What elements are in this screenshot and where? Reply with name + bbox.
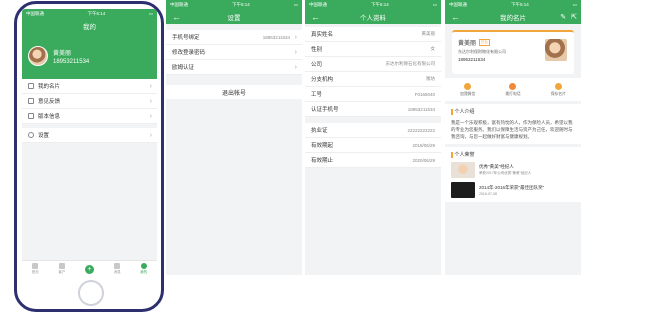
honor-image: [451, 162, 475, 178]
status-bar: 中国联通 下午5:14 ▭: [449, 2, 577, 7]
screen-settings: 中国联通 下午5:14 ▭ ← 设置 手机号绑定 18953211534 › 修改登录…: [166, 0, 302, 275]
honor-item[interactable]: 优秀"黄美"经纪人 荣获2017年公司优秀"黄美"经纪人: [451, 162, 575, 178]
logout-button[interactable]: 退出帐号: [166, 85, 302, 99]
chevron-right-icon: ›: [149, 82, 152, 90]
honor-section: 个人荣誉 优秀"黄美"经纪人 荣获2017年公司优秀"黄美"经纪人 2014年-2…: [445, 147, 581, 202]
chevron-right-icon: ›: [149, 131, 152, 139]
feedback-icon: [28, 98, 34, 104]
gear-icon: [28, 132, 34, 138]
battery-icon: ▭: [148, 11, 153, 16]
profile-row: 工号 F0166040: [305, 87, 441, 102]
status-bar: 中国联通 下午5:14 ▭: [309, 2, 437, 7]
page-title: 设置: [227, 15, 241, 22]
status-bar: 中国联通 下午5:14 ▭: [170, 2, 298, 7]
menu-item-card[interactable]: 我的名片 ›: [22, 79, 157, 94]
tab-home[interactable]: 首页: [32, 263, 39, 275]
business-card: 黄美丽 已认 东达尔利保财物化有限公司 18953211534: [452, 30, 574, 74]
card-name: 黄美丽: [458, 41, 477, 47]
avatar: [544, 38, 568, 62]
home-button[interactable]: [78, 280, 104, 306]
honor-item[interactable]: 2014年-2016年荣获"最佳团队奖" 2016-07-08: [451, 182, 575, 198]
share-icon[interactable]: ⇱: [571, 13, 577, 21]
edit-icon[interactable]: ✎: [560, 13, 566, 21]
carrier: 中国联通: [26, 11, 44, 16]
profile-block[interactable]: 黄美丽 18953211534: [22, 33, 157, 79]
home-icon: [32, 263, 39, 269]
profile-row: 有效期止 2020/06/29: [305, 153, 441, 168]
battery-icon: ▭: [572, 2, 577, 7]
auth-row[interactable]: 欧姆认证 ›: [166, 60, 302, 75]
card-actions: 加我微信 拨打电话 保存名片: [445, 78, 581, 101]
tab-mine[interactable]: 我的: [140, 263, 147, 275]
profile-row: 有效期起 2018/06/29: [305, 138, 441, 153]
profile-row: 分支机构 潍坊: [305, 72, 441, 87]
page-title: 个人资料: [360, 15, 386, 22]
user-name: 黄美丽: [53, 50, 72, 57]
profile-row: 执业证 22222222222: [305, 123, 441, 138]
back-arrow-icon[interactable]: ←: [172, 12, 181, 22]
profile-row: 性别女: [305, 42, 441, 57]
add-wechat-button[interactable]: 加我微信: [460, 83, 475, 97]
phone-frame: 中国联通 下午5:14 ▭ 我的 黄美丽 18953211534 我的名片 › 意…: [14, 1, 164, 312]
plus-icon: +: [84, 264, 94, 274]
phone-icon: [509, 83, 517, 90]
tab-bar: 首页 客户 + 消息 我的: [22, 260, 157, 277]
tab-clients[interactable]: 客户: [58, 263, 65, 275]
header: 中国联通 下午5:14 ▭ 我的 黄美丽 18953211534: [22, 9, 157, 79]
save-card-button[interactable]: 保存名片: [551, 83, 566, 97]
change-password-row[interactable]: 修改登录密码 ›: [166, 45, 302, 60]
profile-row: 认证手机号 18953211534: [305, 102, 441, 117]
page-title: 我的名片: [500, 15, 526, 22]
chevron-right-icon: ›: [149, 112, 152, 120]
back-arrow-icon[interactable]: ←: [311, 12, 320, 22]
chevron-right-icon: ›: [149, 97, 152, 105]
intro-text: 我是一个乐观积极，富有热忱的人，作为保险人员，希望以我的专业为您服务。我们以保障…: [451, 120, 573, 139]
chevron-right-icon: ›: [294, 63, 297, 71]
tab-add[interactable]: +: [84, 264, 94, 274]
screen-profile: 中国联通 下午5:14 ▭ ← 个人资料 真实姓名 黄美丽 性别女 公司 东达尔利保石…: [305, 0, 441, 275]
back-arrow-icon[interactable]: ←: [451, 12, 460, 22]
card-icon: [28, 83, 34, 89]
page-title: 我的: [83, 24, 96, 31]
time: 下午5:14: [87, 11, 106, 16]
chevron-right-icon: ›: [294, 33, 297, 41]
info-icon: [28, 113, 34, 119]
avatar: [28, 46, 48, 66]
menu-item-settings[interactable]: 设置 ›: [22, 128, 157, 143]
screen-mine: 中国联通 下午5:14 ▭ 我的 黄美丽 18953211534 我的名片 › 意…: [22, 9, 157, 277]
menu-item-feedback[interactable]: 意见反馈 ›: [22, 94, 157, 109]
profile-row: 真实姓名 黄美丽: [305, 27, 441, 42]
wechat-icon: [464, 83, 472, 90]
profile-row: 公司 东达尔利保石化有限公司: [305, 57, 441, 72]
download-icon: [554, 83, 562, 90]
battery-icon: ▭: [432, 2, 437, 7]
menu-item-version[interactable]: 版本信息 ›: [22, 109, 157, 124]
grid-icon: [114, 263, 121, 269]
battery-icon: ▭: [293, 2, 298, 7]
honor-image: [451, 182, 475, 198]
tab-messages[interactable]: 消息: [114, 263, 121, 275]
status-bar: 中国联通 下午5:14 ▭: [22, 9, 157, 19]
intro-section: 个人介绍 我是一个乐观积极，富有热忱的人，作为保险人员，希望以我的专业为您服务。…: [445, 104, 581, 144]
screen-card: 中国联通 下午5:14 ▭ ← 我的名片 ✎ ⇱ 黄美丽 已认 东达尔利保财物化有限…: [445, 0, 581, 275]
call-button[interactable]: 拨打电话: [505, 83, 521, 97]
chevron-right-icon: ›: [294, 48, 297, 56]
person-icon: [140, 263, 147, 269]
verified-badge: 已认: [479, 39, 491, 46]
users-icon: [58, 263, 65, 269]
user-phone: 18953211534: [53, 58, 90, 65]
phone-binding-row[interactable]: 手机号绑定 18953211534 ›: [166, 30, 302, 45]
